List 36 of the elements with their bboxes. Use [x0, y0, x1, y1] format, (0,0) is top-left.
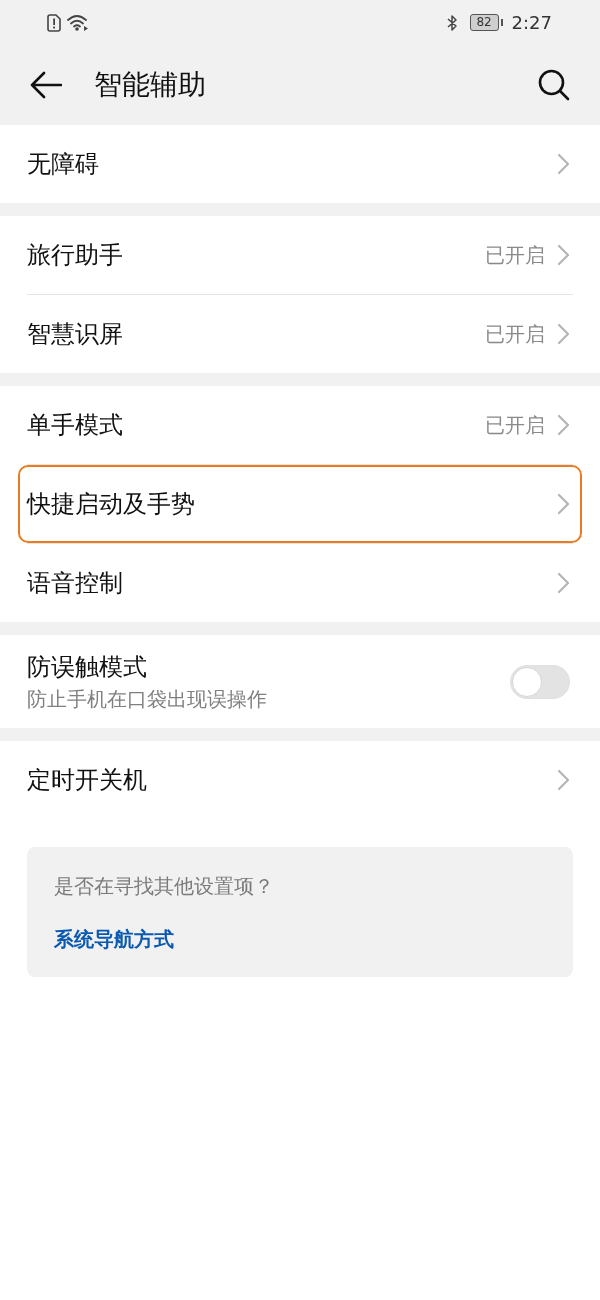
- row-label: 旅行助手: [27, 240, 124, 271]
- settings-row[interactable]: 快捷启动及手势: [18, 465, 582, 543]
- settings-row[interactable]: 单手模式 已开启: [18, 386, 582, 464]
- row-label: 智慧识屏: [27, 319, 124, 350]
- chevron-right-icon: [557, 493, 570, 515]
- battery-indicator: 82: [469, 14, 503, 31]
- row-label: 无障碍: [27, 149, 100, 180]
- chevron-right-icon: [557, 153, 570, 175]
- sim-alert-icon: [47, 13, 61, 32]
- chevron-right-icon: [557, 572, 570, 594]
- row-label: 快捷启动及手势: [27, 489, 196, 520]
- row-label: 定时开关机: [27, 765, 148, 796]
- row-status: 已开启: [485, 320, 545, 348]
- chevron-right-icon: [557, 323, 570, 345]
- chevron-right-icon: [557, 244, 570, 266]
- row-status: 已开启: [485, 241, 545, 269]
- bluetooth-icon: [445, 13, 458, 32]
- wifi-icon: [67, 14, 89, 31]
- search-icon[interactable]: [538, 69, 570, 101]
- chevron-right-icon: [557, 414, 570, 436]
- settings-row[interactable]: 定时开关机: [18, 741, 582, 819]
- row-description: 防止手机在口袋出现误操作: [27, 685, 268, 713]
- back-arrow-icon[interactable]: [30, 71, 62, 99]
- page-title: 智能辅助: [94, 67, 207, 103]
- suggestion-question: 是否在寻找其他设置项？: [54, 873, 274, 900]
- chevron-right-icon: [557, 769, 570, 791]
- settings-row[interactable]: 旅行助手 已开启: [18, 216, 582, 294]
- status-time: 2:27: [511, 12, 552, 33]
- row-status: 已开启: [485, 411, 545, 439]
- row-label: 单手模式: [27, 410, 124, 441]
- row-label: 防误触模式: [27, 651, 148, 683]
- toggle-switch[interactable]: [510, 664, 570, 699]
- row-label: 语音控制: [27, 568, 124, 599]
- settings-row[interactable]: 语音控制: [18, 544, 582, 622]
- suggestion-link[interactable]: 系统导航方式: [54, 926, 174, 953]
- settings-row[interactable]: 智慧识屏 已开启: [18, 295, 582, 373]
